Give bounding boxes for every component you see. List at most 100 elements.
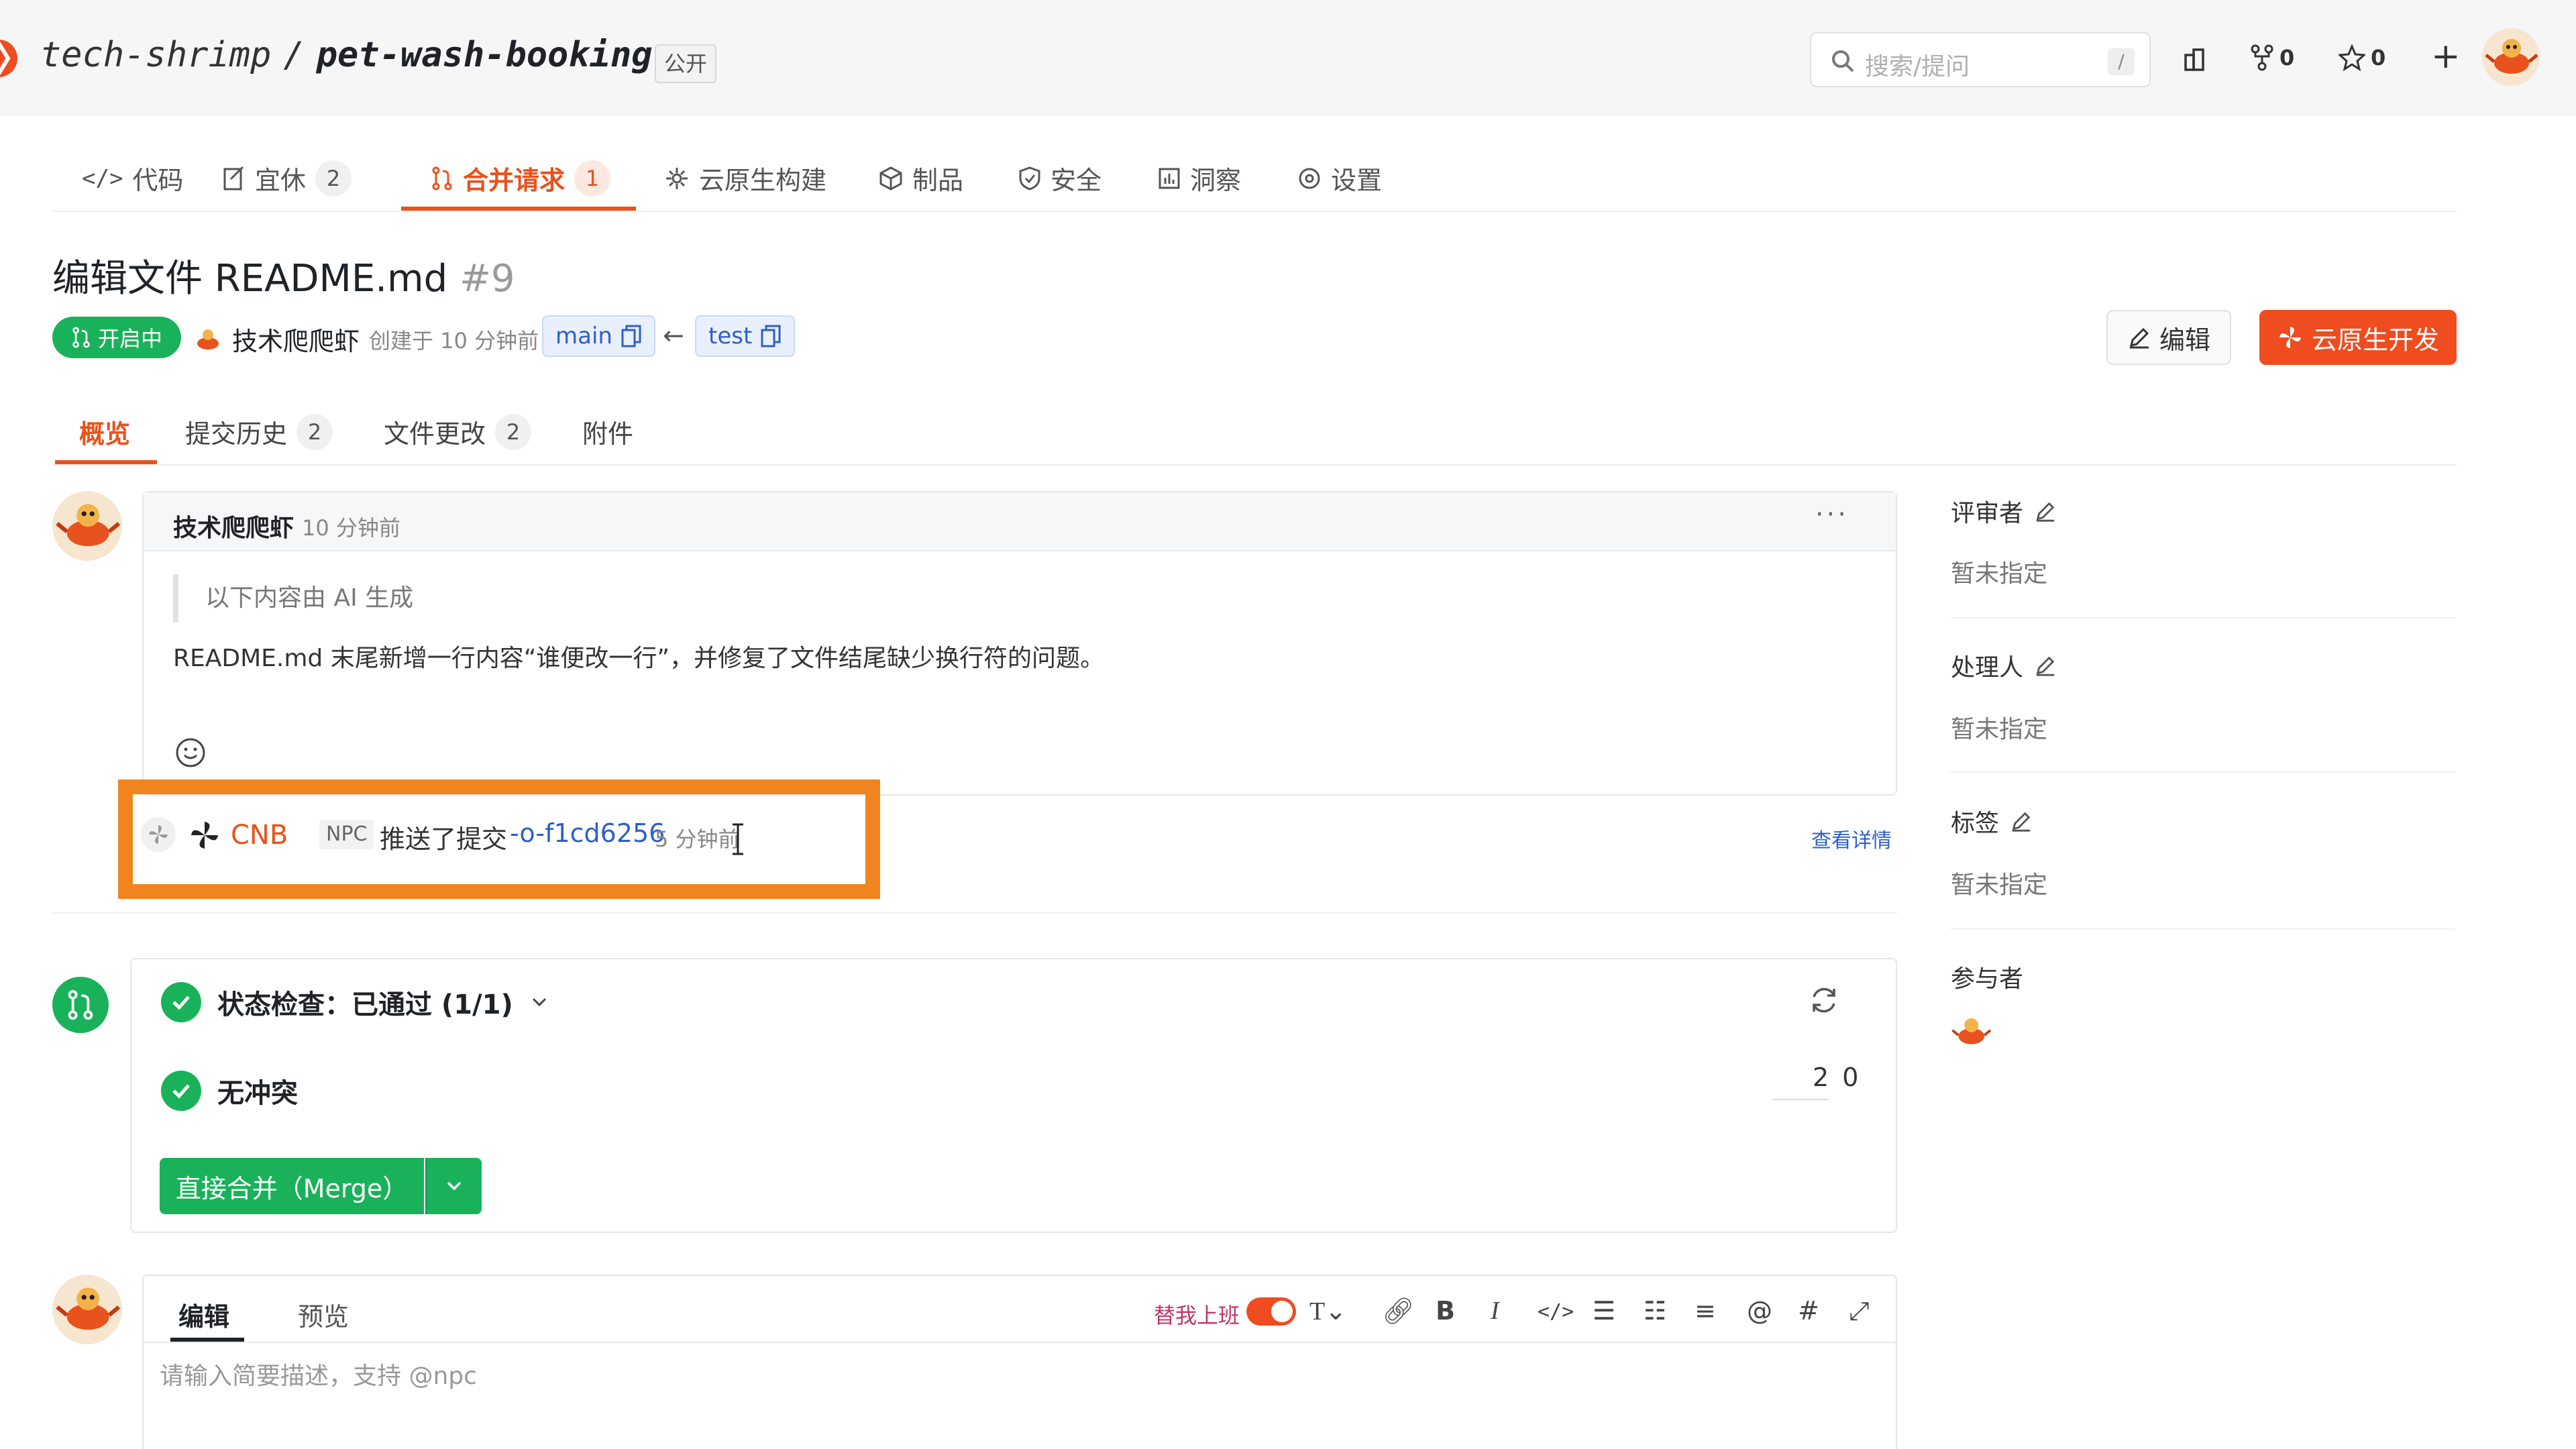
ordered-list-icon[interactable]: ☰ (1593, 1296, 1615, 1326)
tab-cloud-build[interactable]: 云原生构建 (664, 160, 826, 197)
build-icon (666, 167, 688, 189)
editor-tab-edit[interactable]: 编辑 (178, 1296, 229, 1333)
repo-name-link[interactable]: pet-wash-booking (317, 35, 653, 75)
reviewers-section[interactable]: 评审者 (1951, 494, 2057, 529)
view-details-link[interactable]: 查看详情 (1811, 824, 1892, 853)
pr-author[interactable]: 技术爬爬虾 (232, 321, 360, 358)
status-badge: 开启中 (52, 317, 181, 358)
repo-owner-link[interactable]: tech-shrimp (40, 35, 271, 75)
logo-icon[interactable] (0, 35, 24, 82)
merge-options-dropdown[interactable] (425, 1158, 482, 1214)
tab-pull-requests[interactable]: 合并请求 1 (431, 160, 611, 197)
search-placeholder: 搜索/提问 (1865, 53, 1970, 80)
cloud-dev-button[interactable]: 云原生开发 (2259, 310, 2457, 365)
search-input[interactable]: 搜索/提问 / (1810, 32, 2151, 87)
current-user-avatar[interactable] (52, 1275, 122, 1344)
subtabs-divider (52, 464, 2457, 466)
tab-issues-label: 宜休 (255, 166, 307, 195)
assignees-label: 处理人 (1951, 654, 2024, 682)
edit-button[interactable]: 编辑 (2106, 310, 2231, 365)
tab-overview[interactable]: 概览 (79, 413, 130, 450)
tab-insights[interactable]: 洞察 (1158, 160, 1241, 197)
reviewers-label: 评审者 (1951, 500, 2024, 527)
check-success-icon (161, 1071, 201, 1111)
copy-icon[interactable] (621, 324, 642, 348)
star-count: 0 (2371, 45, 2386, 70)
base-branch-name: main (555, 323, 612, 350)
count-b: 0 (1842, 1063, 1859, 1092)
participant-avatar[interactable] (1949, 1010, 1992, 1053)
tab-settings-label: 设置 (1331, 166, 1383, 195)
chart-icon (1159, 168, 1180, 189)
labels-section[interactable]: 标签 (1951, 804, 2033, 839)
hashtag-icon[interactable]: # (1798, 1296, 1819, 1326)
labels-value: 暂未指定 (1951, 871, 2048, 899)
highlight-annotation-box (118, 780, 880, 899)
timeline-divider (52, 912, 1897, 914)
package-icon (879, 166, 902, 191)
tabs-divider (52, 211, 2457, 212)
tab-code-label: 代码 (132, 166, 184, 195)
bold-icon[interactable]: B (1436, 1296, 1455, 1326)
tab-packages[interactable]: 制品 (879, 160, 963, 197)
pr-description-comment: 技术爬爬虾 10 分钟前 ··· 以下内容由 AI 生成 README.md 末… (142, 491, 1897, 796)
tab-files-changed-label: 文件更改 (384, 419, 486, 449)
head-branch[interactable]: test (695, 315, 796, 357)
assignees-section[interactable]: 处理人 (1951, 648, 2057, 683)
cloud-dev-button-label: 云原生开发 (2311, 325, 2439, 355)
copy-icon[interactable] (760, 324, 782, 348)
pencil-icon[interactable] (2010, 810, 2033, 833)
code-icon: </> (82, 164, 123, 192)
tab-overview-label: 概览 (79, 419, 131, 449)
fork-button[interactable]: 0 (2250, 44, 2294, 71)
status-check-row[interactable]: 状态检查：已通过 (1/1) (161, 982, 549, 1022)
comment-body: README.md 末尾新增一行内容“谁便改一行”，并修复了文件结尾缺少换行符的… (173, 645, 1105, 672)
tab-commits[interactable]: 提交历史 2 (185, 413, 333, 450)
merge-direction-arrow: ← (663, 321, 684, 350)
merge-button[interactable]: 直接合并（Merge） (160, 1158, 424, 1214)
reviewers-value: 暂未指定 (1951, 560, 2048, 588)
task-list-icon[interactable]: ☷ (1644, 1296, 1666, 1326)
pencil-icon[interactable] (2034, 500, 2057, 523)
tab-security[interactable]: 安全 (1018, 160, 1102, 197)
merge-checks-panel: 状态检查：已通过 (1/1) 无冲突 直接合并（Merge） (130, 958, 1897, 1233)
comment-author[interactable]: 技术爬爬虾 (173, 508, 294, 543)
check-success-icon (161, 982, 201, 1022)
auto-work-toggle[interactable] (1246, 1297, 1296, 1326)
tab-issues[interactable]: 宜休 2 (223, 160, 352, 197)
plus-icon[interactable]: + (2431, 36, 2461, 76)
editor-tab-indicator (170, 1338, 244, 1342)
mention-icon[interactable]: @ (1747, 1296, 1772, 1326)
comment-input[interactable]: 请输入简要描述，支持 @npc (160, 1356, 477, 1391)
tab-code[interactable]: </> 代码 (82, 160, 183, 197)
editor-tab-preview[interactable]: 预览 (298, 1296, 349, 1333)
comment-author-avatar[interactable] (52, 491, 122, 561)
user-avatar[interactable] (2482, 28, 2540, 86)
tab-pull-requests-count: 1 (574, 160, 611, 197)
repo-breadcrumb: tech-shrimp / pet-wash-booking (40, 35, 653, 75)
star-button[interactable]: 0 (2339, 44, 2385, 71)
more-options-button[interactable]: ··· (1815, 499, 1849, 530)
status-check-title: 状态检查：已通过 (1/1) (217, 989, 513, 1020)
expand-icon[interactable]: ⤢ (1849, 1296, 1869, 1326)
tab-files-changed[interactable]: 文件更改 2 (384, 413, 532, 450)
link-icon[interactable]: 🔗︎ (1382, 1296, 1414, 1326)
diff-counts: 2 0 (1772, 1063, 1858, 1100)
pr-author-line: 技术爬爬虾 创建于 10 分钟前 (193, 321, 539, 358)
bullet-list-icon[interactable]: ≡ (1695, 1296, 1716, 1326)
no-conflict-title: 无冲突 (217, 1078, 298, 1109)
pencil-icon[interactable] (2034, 654, 2057, 677)
code-icon[interactable]: </> (1538, 1300, 1574, 1324)
refresh-icon[interactable] (1807, 983, 1841, 1017)
text-style-icon[interactable]: T⌄ (1309, 1296, 1346, 1326)
base-branch[interactable]: main (542, 315, 655, 357)
tab-settings[interactable]: 设置 (1297, 160, 1382, 197)
italic-icon[interactable]: I (1491, 1296, 1499, 1326)
fork-icon (2251, 44, 2273, 71)
building-icon[interactable] (2182, 46, 2208, 72)
chevron-down-icon[interactable] (529, 992, 549, 1012)
tab-attachments[interactable]: 附件 (582, 413, 633, 450)
star-icon (2339, 44, 2365, 71)
emoji-reaction-icon[interactable] (174, 737, 207, 769)
auto-work-toggle-label: 替我上班 (1154, 1303, 1240, 1328)
